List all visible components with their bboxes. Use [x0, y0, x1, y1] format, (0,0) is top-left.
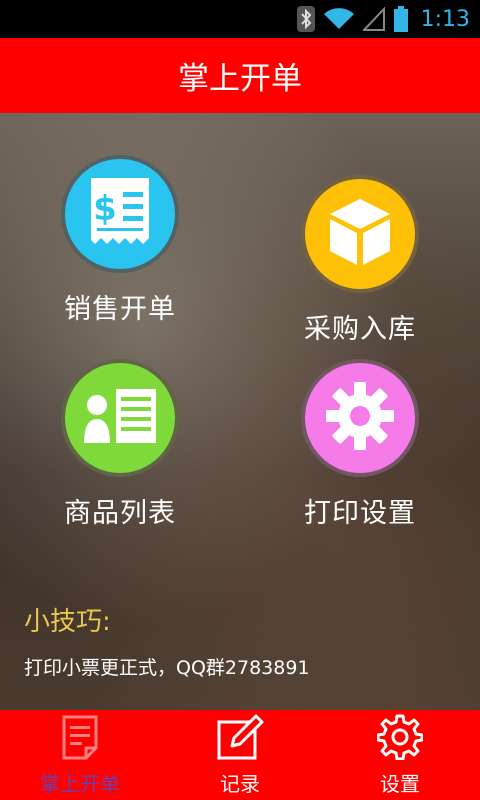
menu-item-print-settings[interactable]: 打印设置 [260, 359, 460, 539]
signal-icon [362, 7, 385, 31]
tab-home[interactable]: 掌上开单 [0, 710, 160, 800]
contact-list-icon [83, 387, 157, 449]
menu-item-label: 打印设置 [304, 498, 416, 529]
page-title: 掌上开单 [178, 61, 302, 97]
bottom-nav: 掌上开单 记录 设置 [0, 710, 480, 800]
battery-icon [393, 5, 409, 33]
receipt-icon: $ [83, 176, 157, 252]
menu-item-circle: $ [61, 155, 179, 273]
menu-item-label: 采购入库 [304, 314, 416, 345]
menu-item-label: 销售开单 [64, 294, 176, 325]
bluetooth-icon [296, 6, 315, 32]
gear-icon [324, 380, 396, 456]
status-bar: 1:13 [0, 0, 480, 38]
title-bar: 掌上开单 [0, 38, 480, 113]
menu-item-circle [61, 359, 179, 477]
wifi-icon [323, 7, 355, 31]
tab-label: 设置 [380, 772, 420, 796]
tab-label: 记录 [220, 772, 260, 796]
document-icon [60, 714, 100, 764]
main-menu: $ 销售开单 采购入库 商品列表 打印设置 小技巧: 打印小票更正式，QQ群27… [0, 113, 480, 710]
tab-records[interactable]: 记录 [160, 710, 320, 800]
tips-title: 小技巧: [24, 607, 111, 637]
tab-settings[interactable]: 设置 [320, 710, 480, 800]
menu-item-sales-order[interactable]: $ 销售开单 [20, 155, 220, 335]
tab-label: 掌上开单 [40, 772, 120, 796]
box-icon [327, 197, 393, 271]
tips-text: 打印小票更正式，QQ群2783891 [24, 657, 310, 679]
menu-item-label: 商品列表 [64, 498, 176, 529]
svg-text:$: $ [93, 189, 117, 229]
edit-icon [216, 714, 264, 764]
menu-item-circle [301, 175, 419, 293]
menu-item-product-list[interactable]: 商品列表 [20, 359, 220, 539]
menu-item-circle [301, 359, 419, 477]
status-time: 1:13 [420, 6, 470, 32]
gear-icon [376, 714, 424, 764]
menu-item-purchase-stock[interactable]: 采购入库 [260, 175, 460, 355]
